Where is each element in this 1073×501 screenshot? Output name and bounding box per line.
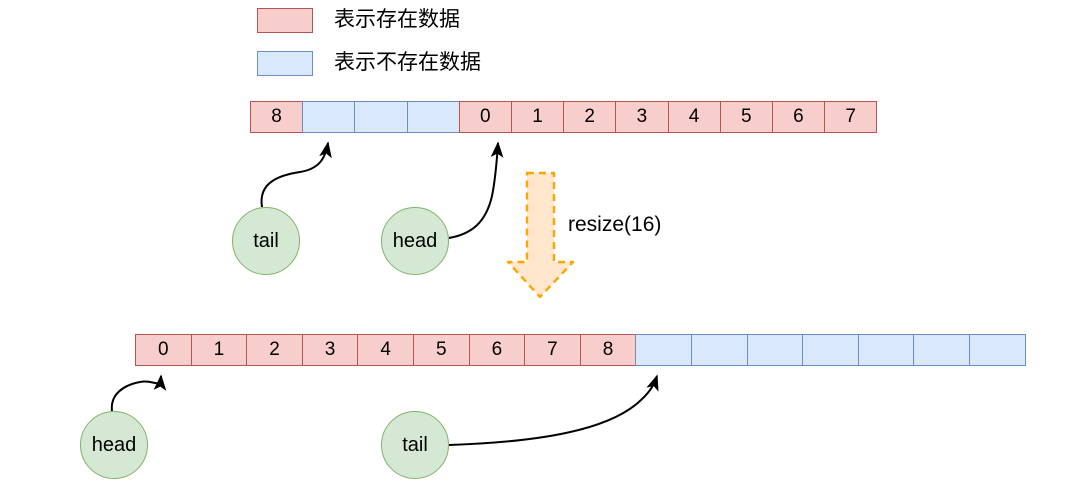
- array-cell: [746, 334, 804, 366]
- connector-tail-bottom: [448, 374, 659, 446]
- resize-operation-label: resize(16): [568, 213, 662, 236]
- connector-head-bottom: [110, 374, 167, 412]
- array-cell: 6: [468, 334, 526, 366]
- pointer-node-head-top[interactable]: head: [381, 207, 449, 275]
- array-cell: [802, 334, 859, 366]
- array-cell: 3: [301, 334, 359, 366]
- legend-swatch-absent: [257, 51, 313, 76]
- diagram-canvas: [110, 141, 659, 446]
- array-cell: 6: [771, 101, 826, 133]
- array-cell: 1: [190, 334, 248, 366]
- legend-label-absent: 表示不存在数据: [334, 51, 481, 74]
- array-cell: 3: [615, 101, 669, 133]
- array-cell: [857, 334, 915, 366]
- array-cell: [406, 101, 460, 133]
- legend-label-present: 表示存在数据: [334, 8, 460, 31]
- array-cell: [968, 334, 1026, 366]
- connector-head-top: [448, 141, 504, 239]
- array-cell: 8: [250, 101, 304, 133]
- array-cell: 5: [412, 334, 470, 366]
- array-cell: [690, 334, 748, 366]
- array-cell: 8: [579, 334, 637, 366]
- array-cell: [354, 101, 408, 133]
- resize-arrow-icon: [506, 171, 575, 299]
- array-cell: 1: [510, 101, 565, 133]
- pointer-node-head-bottom[interactable]: head: [80, 411, 148, 479]
- array-cell: 2: [563, 101, 617, 133]
- array-cell: [302, 101, 356, 133]
- array-cell: 4: [667, 101, 721, 133]
- connector-tail-top: [260, 141, 332, 208]
- array-cell: 7: [824, 101, 878, 133]
- array-cell: 5: [719, 101, 773, 133]
- array-cell: 4: [357, 334, 414, 366]
- legend-swatch-present: [257, 8, 313, 33]
- array-after-resize: 012345678: [135, 334, 1026, 366]
- array-cell: [635, 334, 692, 366]
- array-cell: 0: [458, 101, 512, 133]
- array-cell: 7: [524, 334, 581, 366]
- array-before-resize: 8 01234567: [250, 101, 878, 133]
- pointer-node-tail-bottom[interactable]: tail: [381, 411, 449, 479]
- array-cell: 2: [246, 334, 303, 366]
- array-cell: [913, 334, 970, 366]
- pointer-node-tail-top[interactable]: tail: [232, 207, 300, 275]
- array-cell: 0: [135, 334, 192, 366]
